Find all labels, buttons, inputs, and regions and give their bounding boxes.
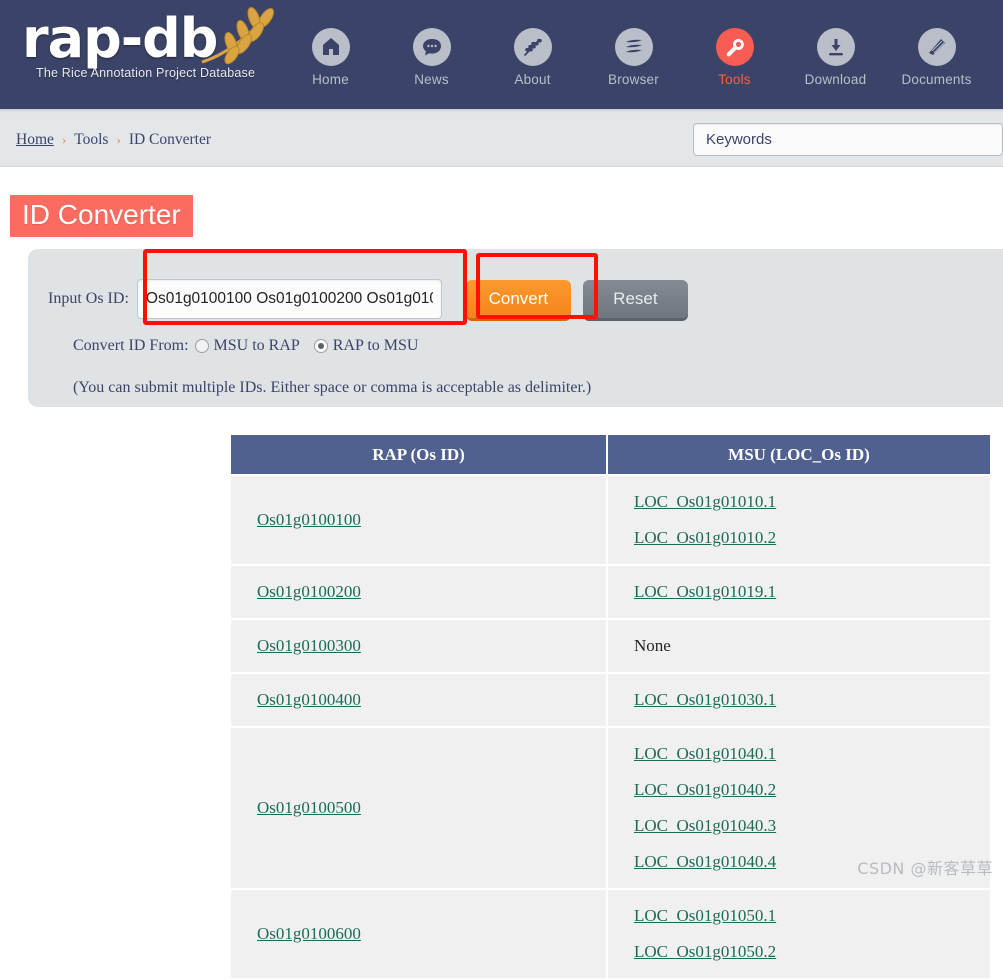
column-header-rap: RAP (Os ID): [231, 435, 608, 474]
nav-item-documents[interactable]: Documents: [886, 28, 987, 87]
breadcrumb-item-tools[interactable]: Tools: [74, 131, 108, 149]
cell-rap-id: Os01g0100500: [231, 728, 608, 888]
nav-item-about[interactable]: About: [482, 28, 583, 87]
convert-button[interactable]: Convert: [465, 280, 571, 318]
wheat-icon: [201, 7, 275, 65]
cell-msu-ids: LOC_Os01g01010.1 LOC_Os01g01010.2: [608, 476, 990, 564]
results-table: RAP (Os ID) MSU (LOC_Os ID) Os01g0100100…: [231, 433, 990, 980]
cell-msu-ids: LOC_Os01g01019.1: [608, 566, 990, 618]
radio-msu-to-rap[interactable]: [194, 339, 209, 353]
column-header-msu: MSU (LOC_Os ID): [608, 435, 990, 474]
rap-id-link[interactable]: Os01g0100600: [257, 916, 606, 952]
breadcrumb: Home › Tools › ID Converter: [0, 131, 211, 149]
nav-item-tools[interactable]: Tools: [684, 28, 785, 87]
search-box[interactable]: [693, 123, 1003, 156]
msu-id-link[interactable]: LOC_Os01g01050.2: [634, 934, 990, 970]
nav-item-browser[interactable]: Browser: [583, 28, 684, 87]
cell-rap-id: Os01g0100600: [231, 890, 608, 978]
breadcrumb-separator-icon: ›: [61, 131, 67, 147]
reset-button[interactable]: Reset: [582, 280, 688, 318]
rap-id-link[interactable]: Os01g0100200: [257, 574, 606, 610]
cell-msu-ids: LOC_Os01g01030.1: [608, 674, 990, 726]
nav-label-browser: Browser: [608, 72, 659, 87]
nav-label-news: News: [414, 72, 449, 87]
msu-id-link[interactable]: LOC_Os01g01010.1: [634, 484, 990, 520]
breadcrumb-separator-icon: ›: [116, 131, 121, 147]
logo-tagline: The Rice Annotation Project Database: [36, 66, 256, 80]
table-row: Os01g0100400 LOC_Os01g01030.1: [231, 674, 990, 726]
results-table-head: RAP (Os ID) MSU (LOC_Os ID): [231, 435, 990, 474]
cell-rap-id: Os01g0100300: [231, 620, 608, 672]
table-row: Os01g0100300 None: [231, 620, 990, 672]
page-title: ID Converter: [10, 195, 193, 237]
form-note: (You can submit multiple IDs. Either spa…: [73, 379, 592, 396]
convert-direction-row: Convert ID From: MSU to RAP RAP to MSU: [73, 337, 428, 355]
input-label: Input Os ID:: [48, 290, 129, 307]
chat-bubble-icon: [412, 28, 451, 66]
nav-item-news[interactable]: News: [381, 28, 482, 87]
site-header: rap-db The Rice Annotation Project Datab…: [0, 0, 1003, 113]
radio-label-msu-to-rap[interactable]: MSU to RAP: [214, 337, 300, 355]
results-table-body: Os01g0100100 LOC_Os01g01010.1 LOC_Os01g010…: [231, 476, 990, 978]
cell-rap-id: Os01g0100200: [231, 566, 608, 618]
radio-rap-to-msu[interactable]: [313, 339, 328, 353]
msu-id-link[interactable]: LOC_Os01g01040.3: [634, 808, 990, 844]
rap-id-link[interactable]: Os01g0100300: [257, 628, 606, 664]
download-arrow-icon: [816, 28, 855, 66]
nav-item-home[interactable]: Home: [280, 28, 381, 87]
home-icon: [311, 28, 350, 66]
cell-rap-id: Os01g0100400: [231, 674, 608, 726]
msu-id-link[interactable]: LOC_Os01g01040.2: [634, 772, 990, 808]
site-logo[interactable]: rap-db The Rice Annotation Project Datab…: [0, 0, 280, 80]
os-id-input[interactable]: [136, 279, 442, 319]
search-input[interactable]: [704, 130, 992, 149]
wrench-icon: [715, 28, 754, 66]
msu-id-link[interactable]: LOC_Os01g01019.1: [634, 574, 990, 610]
cell-msu-ids: LOC_Os01g01050.1 LOC_Os01g01050.2: [608, 890, 990, 978]
msu-id-link[interactable]: LOC_Os01g01050.1: [634, 898, 990, 934]
table-header-row: RAP (Os ID) MSU (LOC_Os ID): [231, 435, 990, 474]
convert-direction-label: Convert ID From:: [73, 337, 189, 354]
msu-id-link[interactable]: LOC_Os01g01030.1: [634, 682, 990, 718]
breadcrumb-item-home[interactable]: Home: [16, 131, 54, 149]
nav-label-documents: Documents: [901, 72, 972, 87]
table-row: Os01g0100600 LOC_Os01g01050.1 LOC_Os01g010…: [231, 890, 990, 978]
radio-label-rap-to-msu[interactable]: RAP to MSU: [333, 337, 419, 355]
wheat-circle-icon: [513, 28, 552, 66]
breadcrumb-item-id-converter: ID Converter: [128, 130, 212, 148]
book-pages-icon: [917, 28, 956, 66]
msu-id-link[interactable]: LOC_Os01g01040.1: [634, 736, 990, 772]
nav-label-home: Home: [312, 72, 349, 87]
rap-id-link[interactable]: Os01g0100500: [257, 790, 606, 826]
msu-id-link[interactable]: LOC_Os01g01010.2: [634, 520, 990, 556]
table-row: Os01g0100200 LOC_Os01g01019.1: [231, 566, 990, 618]
rap-id-link[interactable]: Os01g0100100: [257, 502, 606, 538]
nav-label-download: Download: [804, 72, 867, 87]
csdn-watermark: CSDN @新客草草: [857, 859, 993, 878]
input-row: Input Os ID: Convert Reset: [48, 279, 688, 319]
cell-msu-ids: None: [608, 620, 990, 672]
stack-layers-icon: [614, 28, 653, 66]
table-row: Os01g0100100 LOC_Os01g01010.1 LOC_Os01g010…: [231, 476, 990, 564]
main-navigation: Home News About Browser Tools Download D…: [280, 0, 1003, 87]
breadcrumb-bar: Home › Tools › ID Converter: [0, 113, 1003, 167]
cell-rap-id: Os01g0100100: [231, 476, 608, 564]
nav-label-tools: Tools: [718, 72, 751, 87]
nav-label-about: About: [514, 72, 551, 87]
msu-id-none: None: [634, 636, 671, 655]
nav-item-download[interactable]: Download: [785, 28, 886, 87]
rap-id-link[interactable]: Os01g0100400: [257, 682, 606, 718]
converter-form-panel: Input Os ID: Convert Reset Convert ID Fr…: [28, 249, 1003, 407]
